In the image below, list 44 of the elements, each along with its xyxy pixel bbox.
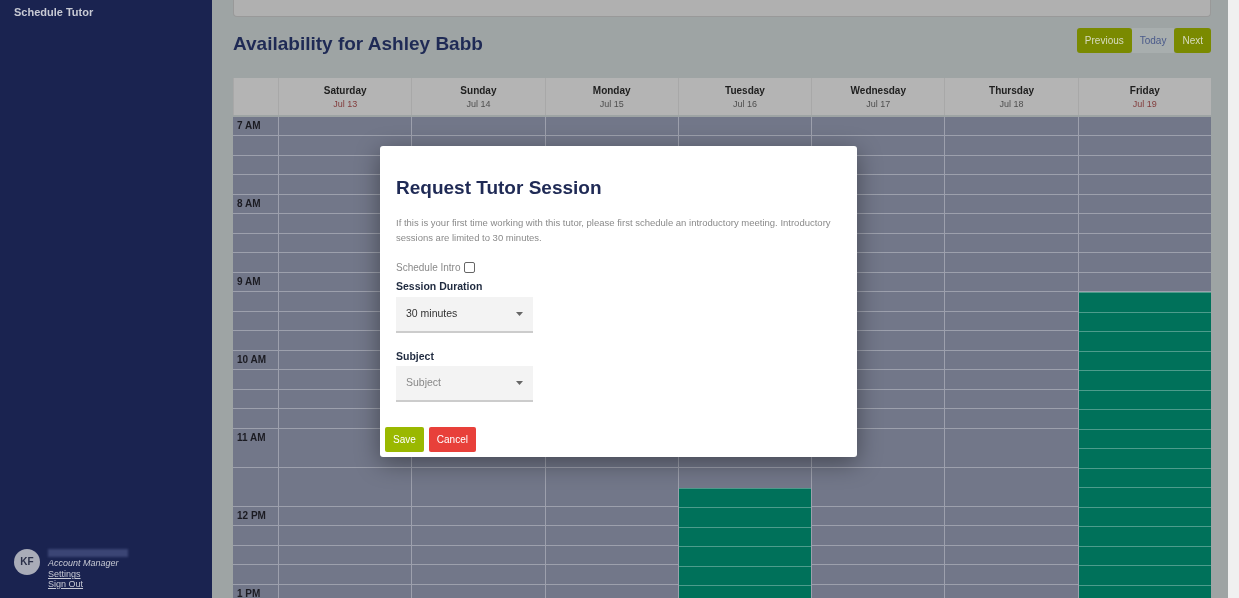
day-date: Jul 17	[866, 98, 891, 111]
avatar: KF	[14, 548, 40, 575]
time-label: 11 AM	[237, 433, 266, 443]
day-name: Tuesday	[725, 84, 765, 98]
caret-icon	[516, 311, 523, 316]
time-label: 10 AM	[237, 355, 267, 365]
dialog-title: Request Tutor Session	[396, 176, 603, 200]
day-name: Thursday	[989, 84, 1035, 98]
available-block[interactable]	[1078, 291, 1211, 598]
dialog-button[interactable]: Cancel	[428, 427, 476, 452]
select-field[interactable]: 30 minutes	[396, 296, 533, 333]
intro-checkbox[interactable]	[463, 261, 475, 273]
day-date: Jul 15	[599, 98, 624, 111]
time-label: 9 AM	[237, 277, 261, 287]
sidebar-link[interactable]: Settings	[48, 570, 128, 581]
day-name: Sunday	[460, 84, 497, 98]
sidebar-link[interactable]: Sign Out	[48, 580, 128, 590]
day-date: Jul 16	[732, 98, 757, 111]
day-date: Jul 19	[1132, 98, 1157, 111]
day-name: Monday	[592, 84, 631, 98]
page-heading: Availability for Ashley Babb	[233, 33, 483, 56]
select-field[interactable]: Subject	[396, 366, 533, 403]
day-name: Saturday	[323, 84, 367, 98]
day-date: Jul 14	[466, 98, 491, 111]
day-date: Jul 18	[999, 98, 1024, 111]
dialog-description: If this is your first time working with this tutor, please first schedule an introductory meeting. Introductory sessions are limited to 30 minutes.	[396, 215, 832, 246]
dialog-button[interactable]: Save	[385, 427, 424, 452]
time-label: 8 AM	[237, 199, 261, 209]
day-name: Wednesday	[850, 84, 906, 98]
checkbox-label: Schedule Intro	[396, 260, 461, 275]
field-label: Subject	[396, 348, 435, 364]
nav-button[interactable]: Today	[1131, 28, 1175, 53]
nav-button[interactable]: Previous	[1076, 28, 1132, 53]
nav-button[interactable]: Next	[1174, 28, 1211, 53]
field-label: Session Duration	[396, 278, 484, 294]
time-label: 12 PM	[237, 511, 266, 521]
time-label: 1 PM	[237, 589, 261, 598]
app-title: Schedule Tutor	[14, 5, 95, 20]
day-date: Jul 13	[333, 98, 358, 111]
scrollbar[interactable]	[1228, 0, 1239, 598]
caret-icon	[516, 381, 523, 386]
user-role: Account Manager	[48, 556, 120, 570]
time-label: 7 AM	[237, 121, 261, 131]
day-name: Friday	[1129, 84, 1160, 98]
